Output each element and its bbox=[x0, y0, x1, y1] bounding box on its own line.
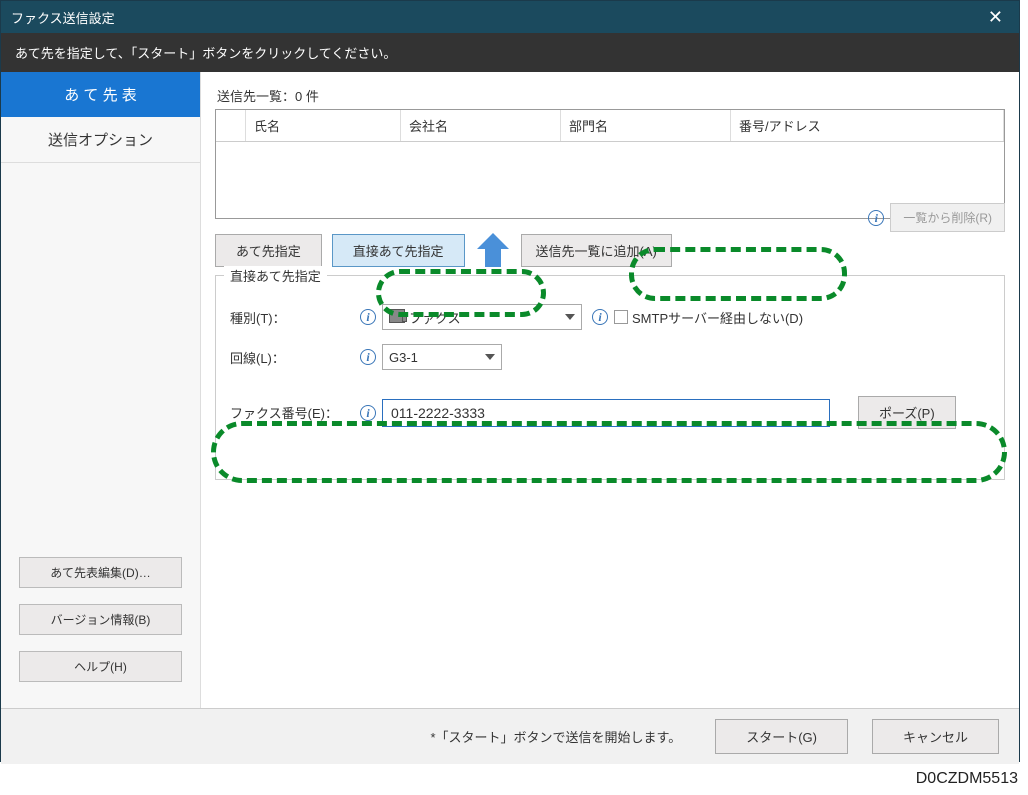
dest-spec-tab[interactable]: あて先指定 bbox=[215, 234, 322, 267]
delete-from-list-button: 一覧から削除(R) bbox=[890, 203, 1005, 232]
smtp-checkbox[interactable] bbox=[614, 310, 628, 324]
info-icon[interactable]: i bbox=[592, 309, 608, 325]
col-company[interactable]: 会社名 bbox=[401, 110, 561, 141]
type-label: 種別(T)： bbox=[230, 308, 360, 327]
type-select[interactable]: ファクス bbox=[382, 304, 582, 330]
info-icon[interactable]: i bbox=[360, 309, 376, 325]
help-button[interactable]: ヘルプ(H) bbox=[19, 651, 182, 682]
fieldset-legend: 直接あて先指定 bbox=[224, 266, 327, 285]
main-panel: 送信先一覧：0 件 氏名 会社名 部門名 番号/アドレス i 一覧から削除(R)… bbox=[201, 72, 1019, 708]
col-name[interactable]: 氏名 bbox=[246, 110, 401, 141]
fax-icon bbox=[389, 309, 405, 323]
start-button[interactable]: スタート(G) bbox=[715, 719, 848, 754]
smtp-label: SMTPサーバー経由しない(D) bbox=[632, 308, 803, 327]
fax-send-settings-window: ファクス送信設定 ✕ あて先を指定して、「スタート」ボタンをクリックしてください… bbox=[0, 0, 1020, 762]
version-info-button[interactable]: バージョン情報(B) bbox=[19, 604, 182, 635]
instruction-bar: あて先を指定して、「スタート」ボタンをクリックしてください。 bbox=[1, 33, 1019, 72]
chevron-down-icon bbox=[565, 314, 575, 320]
recipient-list-header: 氏名 会社名 部門名 番号/アドレス bbox=[216, 110, 1004, 142]
info-icon[interactable]: i bbox=[360, 405, 376, 421]
pause-button[interactable]: ポーズ(P) bbox=[858, 396, 956, 429]
close-icon[interactable]: ✕ bbox=[982, 7, 1009, 28]
window-title: ファクス送信設定 bbox=[11, 8, 115, 27]
line-select[interactable]: G3-1 bbox=[382, 344, 502, 370]
col-dept[interactable]: 部門名 bbox=[561, 110, 731, 141]
fax-number-label: ファクス番号(E)： bbox=[230, 403, 360, 422]
cancel-button[interactable]: キャンセル bbox=[872, 719, 999, 754]
fax-number-input[interactable] bbox=[382, 399, 830, 427]
arrow-up-icon bbox=[475, 233, 511, 267]
add-to-list-button[interactable]: 送信先一覧に追加(A) bbox=[521, 234, 672, 267]
line-label: 回線(L)： bbox=[230, 348, 360, 367]
col-addr[interactable]: 番号/アドレス bbox=[731, 110, 1004, 141]
tab-send-options[interactable]: 送信オプション bbox=[1, 117, 200, 163]
recipient-list-label: 送信先一覧：0 件 bbox=[217, 86, 1005, 105]
titlebar: ファクス送信設定 ✕ bbox=[1, 1, 1019, 33]
footer-note: *「スタート」ボタンで送信を開始します。 bbox=[430, 727, 681, 746]
info-icon[interactable]: i bbox=[868, 210, 884, 226]
direct-dest-fieldset: 直接あて先指定 種別(T)： i ファクス i SMTPサーバー経由しない(D) bbox=[215, 275, 1005, 480]
document-code: D0CZDM5513 bbox=[0, 770, 1020, 788]
info-icon[interactable]: i bbox=[360, 349, 376, 365]
tab-destination-list[interactable]: あ て 先 表 bbox=[1, 72, 200, 117]
edit-address-book-button[interactable]: あて先表編集(D)… bbox=[19, 557, 182, 588]
sidebar: あ て 先 表 送信オプション あて先表編集(D)… バージョン情報(B) ヘル… bbox=[1, 72, 201, 708]
chevron-down-icon bbox=[485, 354, 495, 360]
direct-dest-spec-tab[interactable]: 直接あて先指定 bbox=[332, 234, 465, 267]
footer: *「スタート」ボタンで送信を開始します。 スタート(G) キャンセル bbox=[1, 708, 1019, 764]
